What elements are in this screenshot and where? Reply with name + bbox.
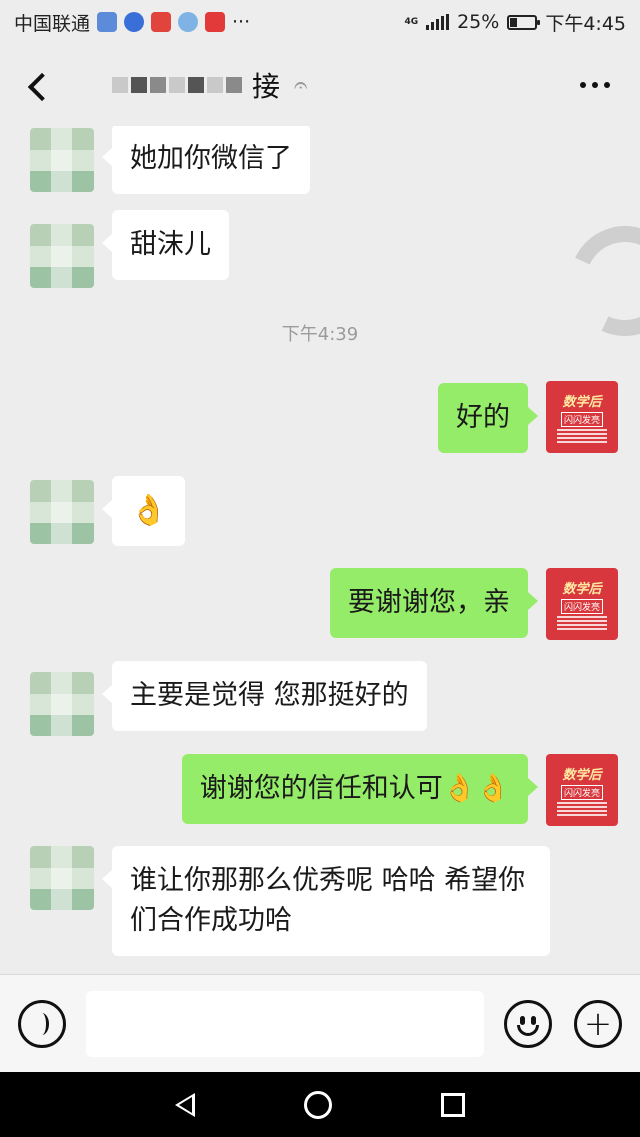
avatar-brand-box: 闪闪发亮 [560, 785, 603, 800]
more-dots-icon[interactable] [572, 74, 618, 96]
contact-avatar[interactable] [30, 672, 94, 736]
ear-icon: 𝄐 [294, 71, 308, 99]
status-right: 4G 25% 下午4:45 [404, 9, 626, 36]
my-avatar[interactable]: 数学后 闪闪发亮 [546, 381, 618, 453]
my-avatar[interactable]: 数学后 闪闪发亮 [546, 568, 618, 640]
message-bubble-outgoing[interactable]: 谢谢您的信任和认可👌👌 [181, 754, 539, 824]
message-list[interactable]: 她加你微信了 甜沫儿 下午4:39 好的 数学后 闪闪发亮 👌 要谢谢您，亲 数学… [0, 126, 640, 974]
more-notifications-icon: ··· [232, 11, 251, 33]
video-app-icon [151, 12, 172, 32]
baidu-paw-icon [124, 12, 145, 32]
input-bar: + [0, 974, 640, 1072]
cloud-app-icon [178, 12, 199, 32]
message-timestamp: 下午4:39 [281, 324, 359, 345]
red-app-icon [205, 12, 226, 32]
avatar-brand-text: 数学后 [562, 582, 602, 597]
nav-recent-icon[interactable] [441, 1092, 466, 1117]
chat-header: 接 𝄐 [0, 44, 640, 126]
message-bubble-incoming[interactable]: 甜沫儿 [102, 210, 229, 280]
clock: 下午4:45 [545, 12, 626, 35]
nav-back-icon[interactable] [174, 1092, 195, 1117]
my-avatar[interactable]: 数学后 闪闪发亮 [546, 754, 618, 826]
voice-icon[interactable] [18, 999, 66, 1048]
chat-title-text: 接 [252, 70, 281, 103]
contact-avatar[interactable] [30, 128, 94, 192]
contact-avatar[interactable] [30, 224, 94, 288]
plus-glyph: + [583, 1003, 613, 1044]
contact-avatar[interactable] [30, 846, 94, 910]
nav-home-icon[interactable] [303, 1090, 332, 1119]
contact-avatar[interactable] [30, 480, 94, 544]
message-bubble-outgoing[interactable]: 要谢谢您，亲 [330, 568, 538, 638]
back-arrow-icon[interactable] [22, 65, 62, 105]
avatar-brand-box: 闪闪发亮 [560, 599, 603, 614]
avatar-brand-text: 数学后 [562, 768, 602, 783]
battery-percent: 25% [457, 11, 500, 33]
status-left: 中国联通 ··· [14, 9, 250, 36]
message-input[interactable] [86, 990, 484, 1057]
message-bubble-incoming[interactable]: 谁让你那那么优秀呢 哈哈 希望你们合作成功哈 [102, 846, 550, 956]
title-mosaic [112, 77, 242, 93]
battery-fill [510, 17, 517, 27]
chat-title: 接 𝄐 [112, 65, 307, 105]
message-bubble-outgoing[interactable]: 好的 [438, 383, 538, 453]
carrier-label: 中国联通 [14, 12, 91, 35]
avatar-brand-box: 闪闪发亮 [560, 412, 603, 427]
status-bar: 中国联通 ··· 4G 25% 下午4:45 [0, 0, 640, 44]
battery-icon [507, 14, 541, 30]
avatar-brand-text: 数学后 [562, 395, 602, 410]
message-bubble-incoming[interactable]: 👌 [101, 476, 186, 546]
app-notification-icon [97, 12, 118, 32]
message-bubble-incoming[interactable]: 主要是觉得 您那挺好的 [102, 661, 427, 731]
plus-icon[interactable]: + [574, 999, 622, 1048]
emoji-icon[interactable] [504, 999, 552, 1048]
message-bubble-incoming[interactable]: 她加你微信了 [102, 126, 310, 194]
system-nav-bar [0, 1072, 640, 1137]
network-type: 4G [404, 16, 419, 27]
signal-icon [426, 14, 450, 30]
